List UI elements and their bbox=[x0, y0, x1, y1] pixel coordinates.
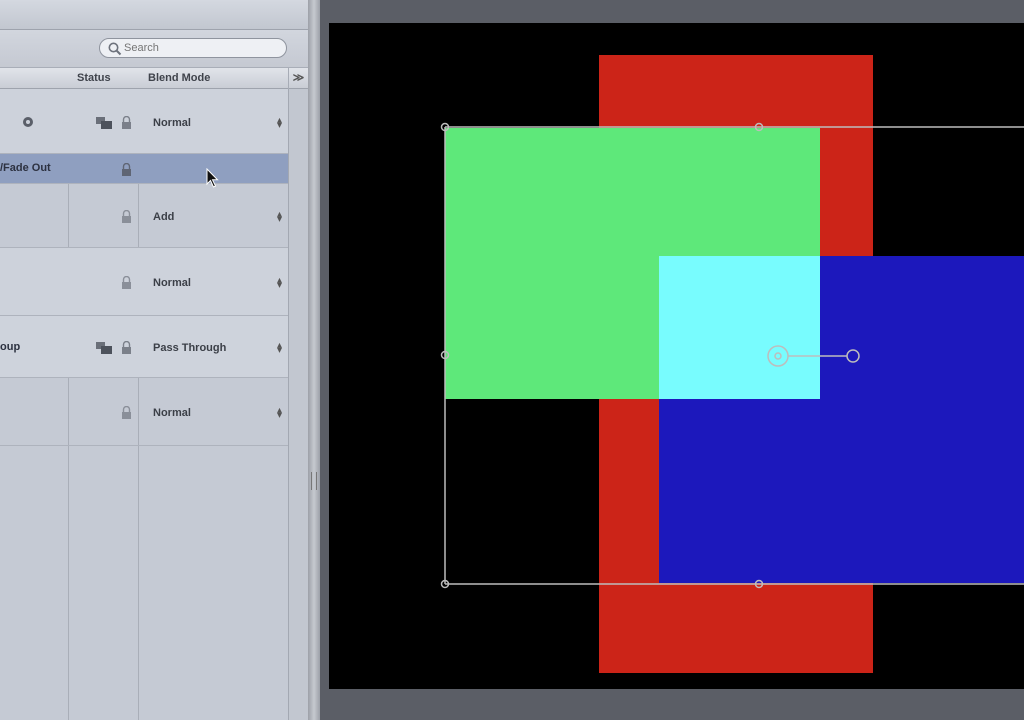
blend-mode-stepper[interactable]: ▴ ▾ bbox=[277, 210, 282, 225]
layer-row[interactable]: oup Pass Through ▴ ▾ bbox=[0, 316, 288, 378]
motion-app-window: Status Blend Mode ≫ bbox=[0, 0, 1024, 720]
canvas-viewer[interactable] bbox=[329, 23, 1024, 689]
lock-icon[interactable] bbox=[121, 406, 132, 419]
lock-icon[interactable] bbox=[121, 116, 132, 129]
layer-row[interactable]: Normal ▴ ▾ bbox=[0, 378, 288, 446]
canvas-artwork bbox=[440, 55, 1024, 673]
search-icon bbox=[108, 42, 122, 56]
lock-icon[interactable] bbox=[121, 163, 132, 176]
blend-mode-value[interactable]: Add bbox=[153, 211, 174, 223]
panel-toolbar bbox=[0, 0, 308, 30]
group-icon[interactable] bbox=[96, 342, 113, 354]
search-input[interactable] bbox=[99, 38, 287, 58]
layer-name[interactable]: /Fade Out bbox=[0, 162, 51, 174]
more-columns-button[interactable]: ≫ bbox=[288, 68, 308, 89]
layer-name[interactable]: oup bbox=[0, 341, 20, 353]
layers-list: Normal ▴ ▾ /Fade Out Add ▴ ▾ Normal ▴ ▾ … bbox=[0, 89, 288, 720]
column-status[interactable]: Status bbox=[77, 72, 111, 84]
blend-mode-value[interactable]: Pass Through bbox=[153, 342, 226, 354]
layers-panel: Status Blend Mode ≫ bbox=[0, 0, 308, 720]
blend-mode-value[interactable]: Normal bbox=[153, 117, 191, 129]
mouse-pointer-icon bbox=[206, 168, 219, 188]
vertical-scrollbar[interactable] bbox=[288, 89, 308, 720]
group-icon[interactable] bbox=[96, 117, 113, 129]
lock-icon[interactable] bbox=[121, 210, 132, 223]
cyan-overlap bbox=[659, 256, 820, 399]
blend-mode-value[interactable]: Normal bbox=[153, 407, 191, 419]
panel-splitter[interactable] bbox=[308, 0, 320, 720]
layer-row-selected[interactable]: /Fade Out bbox=[0, 154, 288, 184]
search-bar bbox=[0, 30, 308, 68]
blend-mode-stepper[interactable]: ▴ ▾ bbox=[277, 116, 282, 131]
canvas-area bbox=[320, 0, 1024, 720]
blend-mode-stepper[interactable]: ▴ ▾ bbox=[277, 341, 282, 356]
blend-mode-stepper[interactable]: ▴ ▾ bbox=[277, 276, 282, 291]
layer-row[interactable]: Normal ▴ ▾ bbox=[0, 89, 288, 154]
lock-icon[interactable] bbox=[121, 341, 132, 354]
lock-icon[interactable] bbox=[121, 276, 132, 289]
blend-mode-stepper[interactable]: ▴ ▾ bbox=[277, 406, 282, 421]
layer-row[interactable]: Normal ▴ ▾ bbox=[0, 248, 288, 316]
layer-row[interactable]: Add ▴ ▾ bbox=[0, 184, 288, 248]
blend-mode-value[interactable]: Normal bbox=[153, 277, 191, 289]
gear-icon[interactable] bbox=[21, 115, 35, 129]
column-header: Status Blend Mode ≫ bbox=[0, 68, 308, 89]
column-blend-mode[interactable]: Blend Mode bbox=[148, 72, 210, 84]
splitter-grip-icon[interactable] bbox=[311, 472, 317, 490]
